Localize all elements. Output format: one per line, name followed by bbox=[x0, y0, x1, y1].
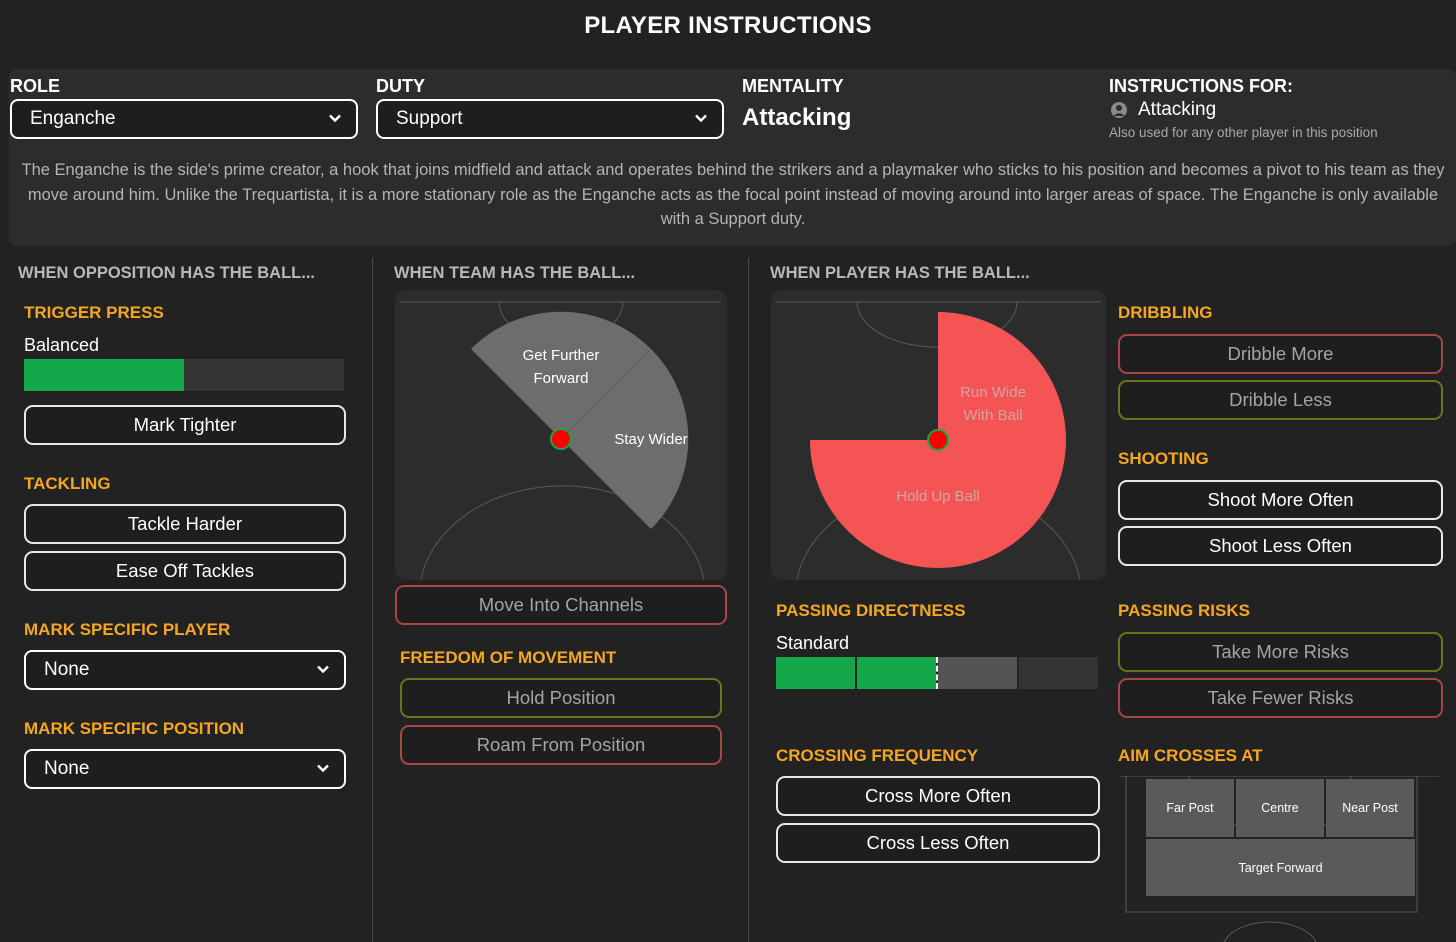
mark-position-select[interactable]: None bbox=[24, 749, 346, 789]
chevron-down-icon bbox=[317, 764, 329, 773]
mentality-label: MENTALITY bbox=[742, 76, 844, 96]
person-icon bbox=[1111, 102, 1127, 118]
mark-tighter-button[interactable]: Mark Tighter bbox=[24, 405, 346, 445]
player-position-marker bbox=[550, 428, 572, 450]
duty-label: DUTY bbox=[376, 76, 425, 96]
passing-directness-segment bbox=[776, 657, 855, 689]
take-more-risks-button[interactable]: Take More Risks bbox=[1118, 632, 1443, 672]
tackle-harder-button[interactable]: Tackle Harder bbox=[24, 504, 346, 544]
hold-up-ball-label: Hold Up Ball bbox=[896, 488, 979, 505]
role-select-value: Enganche bbox=[30, 108, 116, 129]
passing-directness-segment bbox=[938, 657, 1017, 689]
chevron-down-icon bbox=[317, 665, 329, 674]
passing-directness-title: PASSING DIRECTNESS bbox=[776, 601, 966, 620]
run-wide-label-2: With Ball bbox=[963, 407, 1022, 424]
mark-position-value: None bbox=[44, 758, 90, 779]
target-forward-target[interactable]: Target Forward bbox=[1146, 839, 1415, 896]
chevron-down-icon bbox=[695, 114, 707, 123]
trigger-press-fill bbox=[24, 359, 184, 391]
shoot-more-often-button[interactable]: Shoot More Often bbox=[1118, 480, 1443, 520]
move-into-channels-button[interactable]: Move Into Channels bbox=[395, 585, 727, 625]
passing-directness-segment bbox=[857, 657, 936, 689]
team-heading: WHEN TEAM HAS THE BALL... bbox=[394, 264, 636, 282]
mark-player-title: MARK SPECIFIC PLAYER bbox=[24, 620, 231, 639]
far-post-target[interactable]: Far Post bbox=[1146, 779, 1234, 837]
player-position-marker bbox=[927, 429, 949, 451]
cross-more-often-button[interactable]: Cross More Often bbox=[776, 776, 1100, 816]
freedom-of-movement-title: FREEDOM OF MOVEMENT bbox=[400, 648, 617, 667]
chevron-down-icon bbox=[329, 114, 341, 123]
aim-crosses-title: AIM CROSSES AT bbox=[1118, 746, 1263, 765]
player-ball-pitch[interactable]: Run Wide With Ball Hold Up Ball bbox=[771, 290, 1106, 580]
page-title: PLAYER INSTRUCTIONS bbox=[584, 12, 872, 39]
mentality-value: Attacking bbox=[742, 104, 852, 131]
crossing-frequency-title: CROSSING FREQUENCY bbox=[776, 746, 979, 765]
mark-player-value: None bbox=[44, 659, 90, 680]
passing-directness-marker bbox=[936, 657, 938, 689]
role-select[interactable]: Enganche bbox=[10, 99, 358, 139]
dribble-less-button[interactable]: Dribble Less bbox=[1118, 380, 1443, 420]
trigger-press-value: Balanced bbox=[24, 335, 100, 355]
roam-from-position-button[interactable]: Roam From Position bbox=[400, 725, 722, 765]
hold-position-button[interactable]: Hold Position bbox=[400, 678, 722, 718]
mark-player-select[interactable]: None bbox=[24, 650, 346, 690]
instructions-for-value: Attacking bbox=[1110, 99, 1216, 121]
dribble-more-button[interactable]: Dribble More bbox=[1118, 334, 1443, 374]
passing-directness-segment bbox=[1019, 657, 1098, 689]
take-fewer-risks-button[interactable]: Take Fewer Risks bbox=[1118, 678, 1443, 718]
tackling-title: TACKLING bbox=[24, 474, 111, 493]
role-description: The Enganche is the side's prime creator… bbox=[21, 161, 1445, 228]
stay-wider-label: Stay Wider bbox=[614, 431, 687, 448]
passing-directness-value: Standard bbox=[776, 633, 850, 653]
run-wide-label-1: Run Wide bbox=[960, 384, 1026, 401]
instructions-for-note: Also used for any other player in this p… bbox=[1109, 125, 1378, 140]
role-label: ROLE bbox=[10, 76, 61, 96]
player-heading: WHEN PLAYER HAS THE BALL... bbox=[770, 264, 1030, 282]
instructions-for-label: INSTRUCTIONS FOR: bbox=[1109, 76, 1293, 96]
aim-crosses-diagram: Far Post Centre Near Post Target Forward bbox=[1119, 776, 1439, 942]
near-post-target[interactable]: Near Post bbox=[1326, 779, 1414, 837]
team-movement-pitch[interactable]: Get Further Forward Stay Wider bbox=[395, 290, 727, 580]
get-further-forward-label-2: Forward bbox=[533, 370, 588, 387]
column-divider bbox=[372, 258, 373, 942]
ease-off-tackles-button[interactable]: Ease Off Tackles bbox=[24, 551, 346, 591]
get-further-forward-label-1: Get Further bbox=[523, 347, 600, 364]
cross-less-often-button[interactable]: Cross Less Often bbox=[776, 823, 1100, 863]
shoot-less-often-button[interactable]: Shoot Less Often bbox=[1118, 526, 1443, 566]
opposition-heading: WHEN OPPOSITION HAS THE BALL... bbox=[18, 264, 316, 282]
trigger-press-title: TRIGGER PRESS bbox=[24, 303, 164, 322]
trigger-press-slider[interactable] bbox=[24, 359, 344, 391]
passing-directness-slider[interactable] bbox=[776, 657, 1098, 689]
duty-select-value: Support bbox=[396, 108, 463, 129]
passing-risks-title: PASSING RISKS bbox=[1118, 601, 1250, 620]
dribbling-title: DRIBBLING bbox=[1118, 303, 1213, 322]
duty-select[interactable]: Support bbox=[376, 99, 724, 139]
centre-target[interactable]: Centre bbox=[1236, 779, 1324, 837]
instructions-for-text: Attacking bbox=[1138, 99, 1217, 120]
mark-position-title: MARK SPECIFIC POSITION bbox=[24, 719, 245, 738]
column-divider bbox=[748, 258, 749, 942]
shooting-title: SHOOTING bbox=[1118, 449, 1209, 468]
